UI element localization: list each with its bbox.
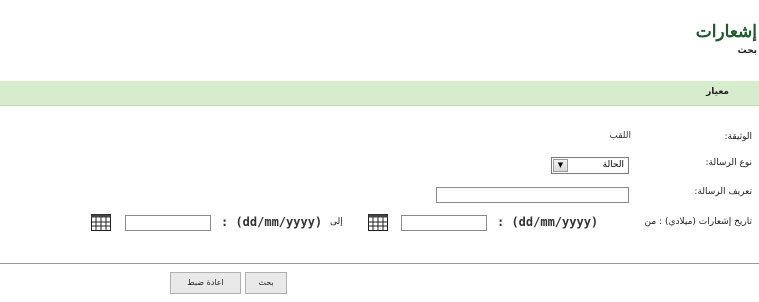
date-to-label: إلى [330,217,343,227]
document-value: اللقب [609,131,631,141]
search-button[interactable]: بحث [245,272,287,294]
date-to-input[interactable] [125,215,211,231]
criteria-label: معيار [706,87,729,97]
message-type-selected: الحالة [602,160,624,170]
page-subtitle: بحث [737,46,757,56]
date-format-from: : (dd/mm/yyyy) [497,215,599,229]
message-id-label: تعريف الرسالة: [694,187,752,197]
date-format-to: : (dd/mm/yyyy) [221,215,323,229]
document-label: الوثيقة: [724,132,752,142]
criteria-bar: معيار [0,81,759,106]
date-from-label: تاريخ إشعارات (ميلادي) : من [644,217,752,227]
reset-button[interactable]: اعادة ضبط [170,272,241,294]
message-type-select[interactable]: الحالة ▼ [551,157,629,174]
message-type-label: نوع الرسالة: [705,158,752,168]
page-title: إشعارات [695,22,757,42]
message-id-input[interactable] [436,187,629,203]
calendar-icon[interactable] [91,214,111,231]
calendar-icon[interactable] [368,214,388,231]
chevron-down-icon[interactable]: ▼ [553,159,568,172]
date-from-input[interactable] [401,215,487,231]
divider [0,263,759,264]
